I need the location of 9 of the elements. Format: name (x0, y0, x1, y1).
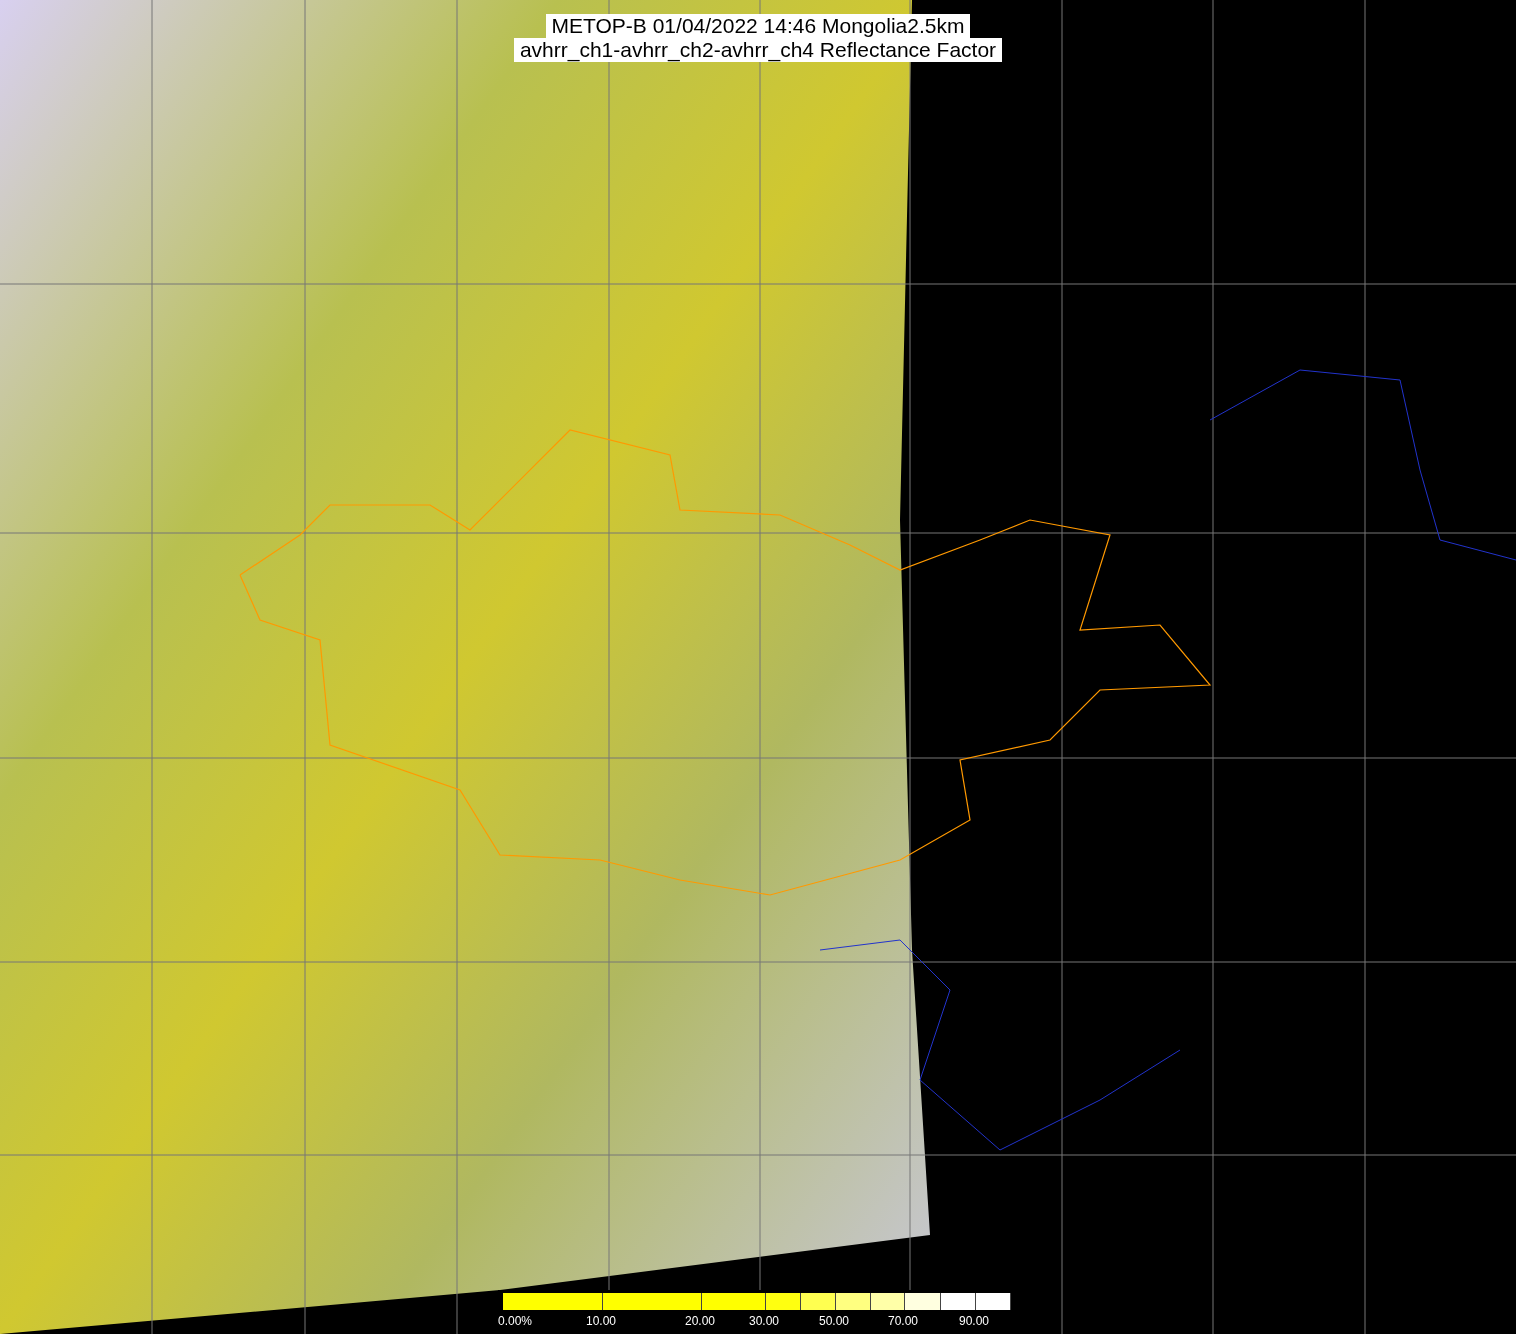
scale-label: 90.00 (959, 1313, 990, 1330)
scale-label: 70.00 (888, 1313, 919, 1330)
map-title: avhrr_ch1-avhrr_ch2-avhrr_ch4 Reflectance Factor (513, 38, 1003, 62)
map-title: METOP-B 01/04/2022 14:46 Mongolia2.5km (545, 14, 971, 38)
scale-label: 50.00 (819, 1313, 850, 1330)
scale-label: 20.00 (685, 1313, 716, 1330)
scale-label: 10.00 (586, 1313, 617, 1330)
scale-label: 30.00 (749, 1313, 780, 1330)
scale-label: 0.00% (498, 1313, 533, 1330)
